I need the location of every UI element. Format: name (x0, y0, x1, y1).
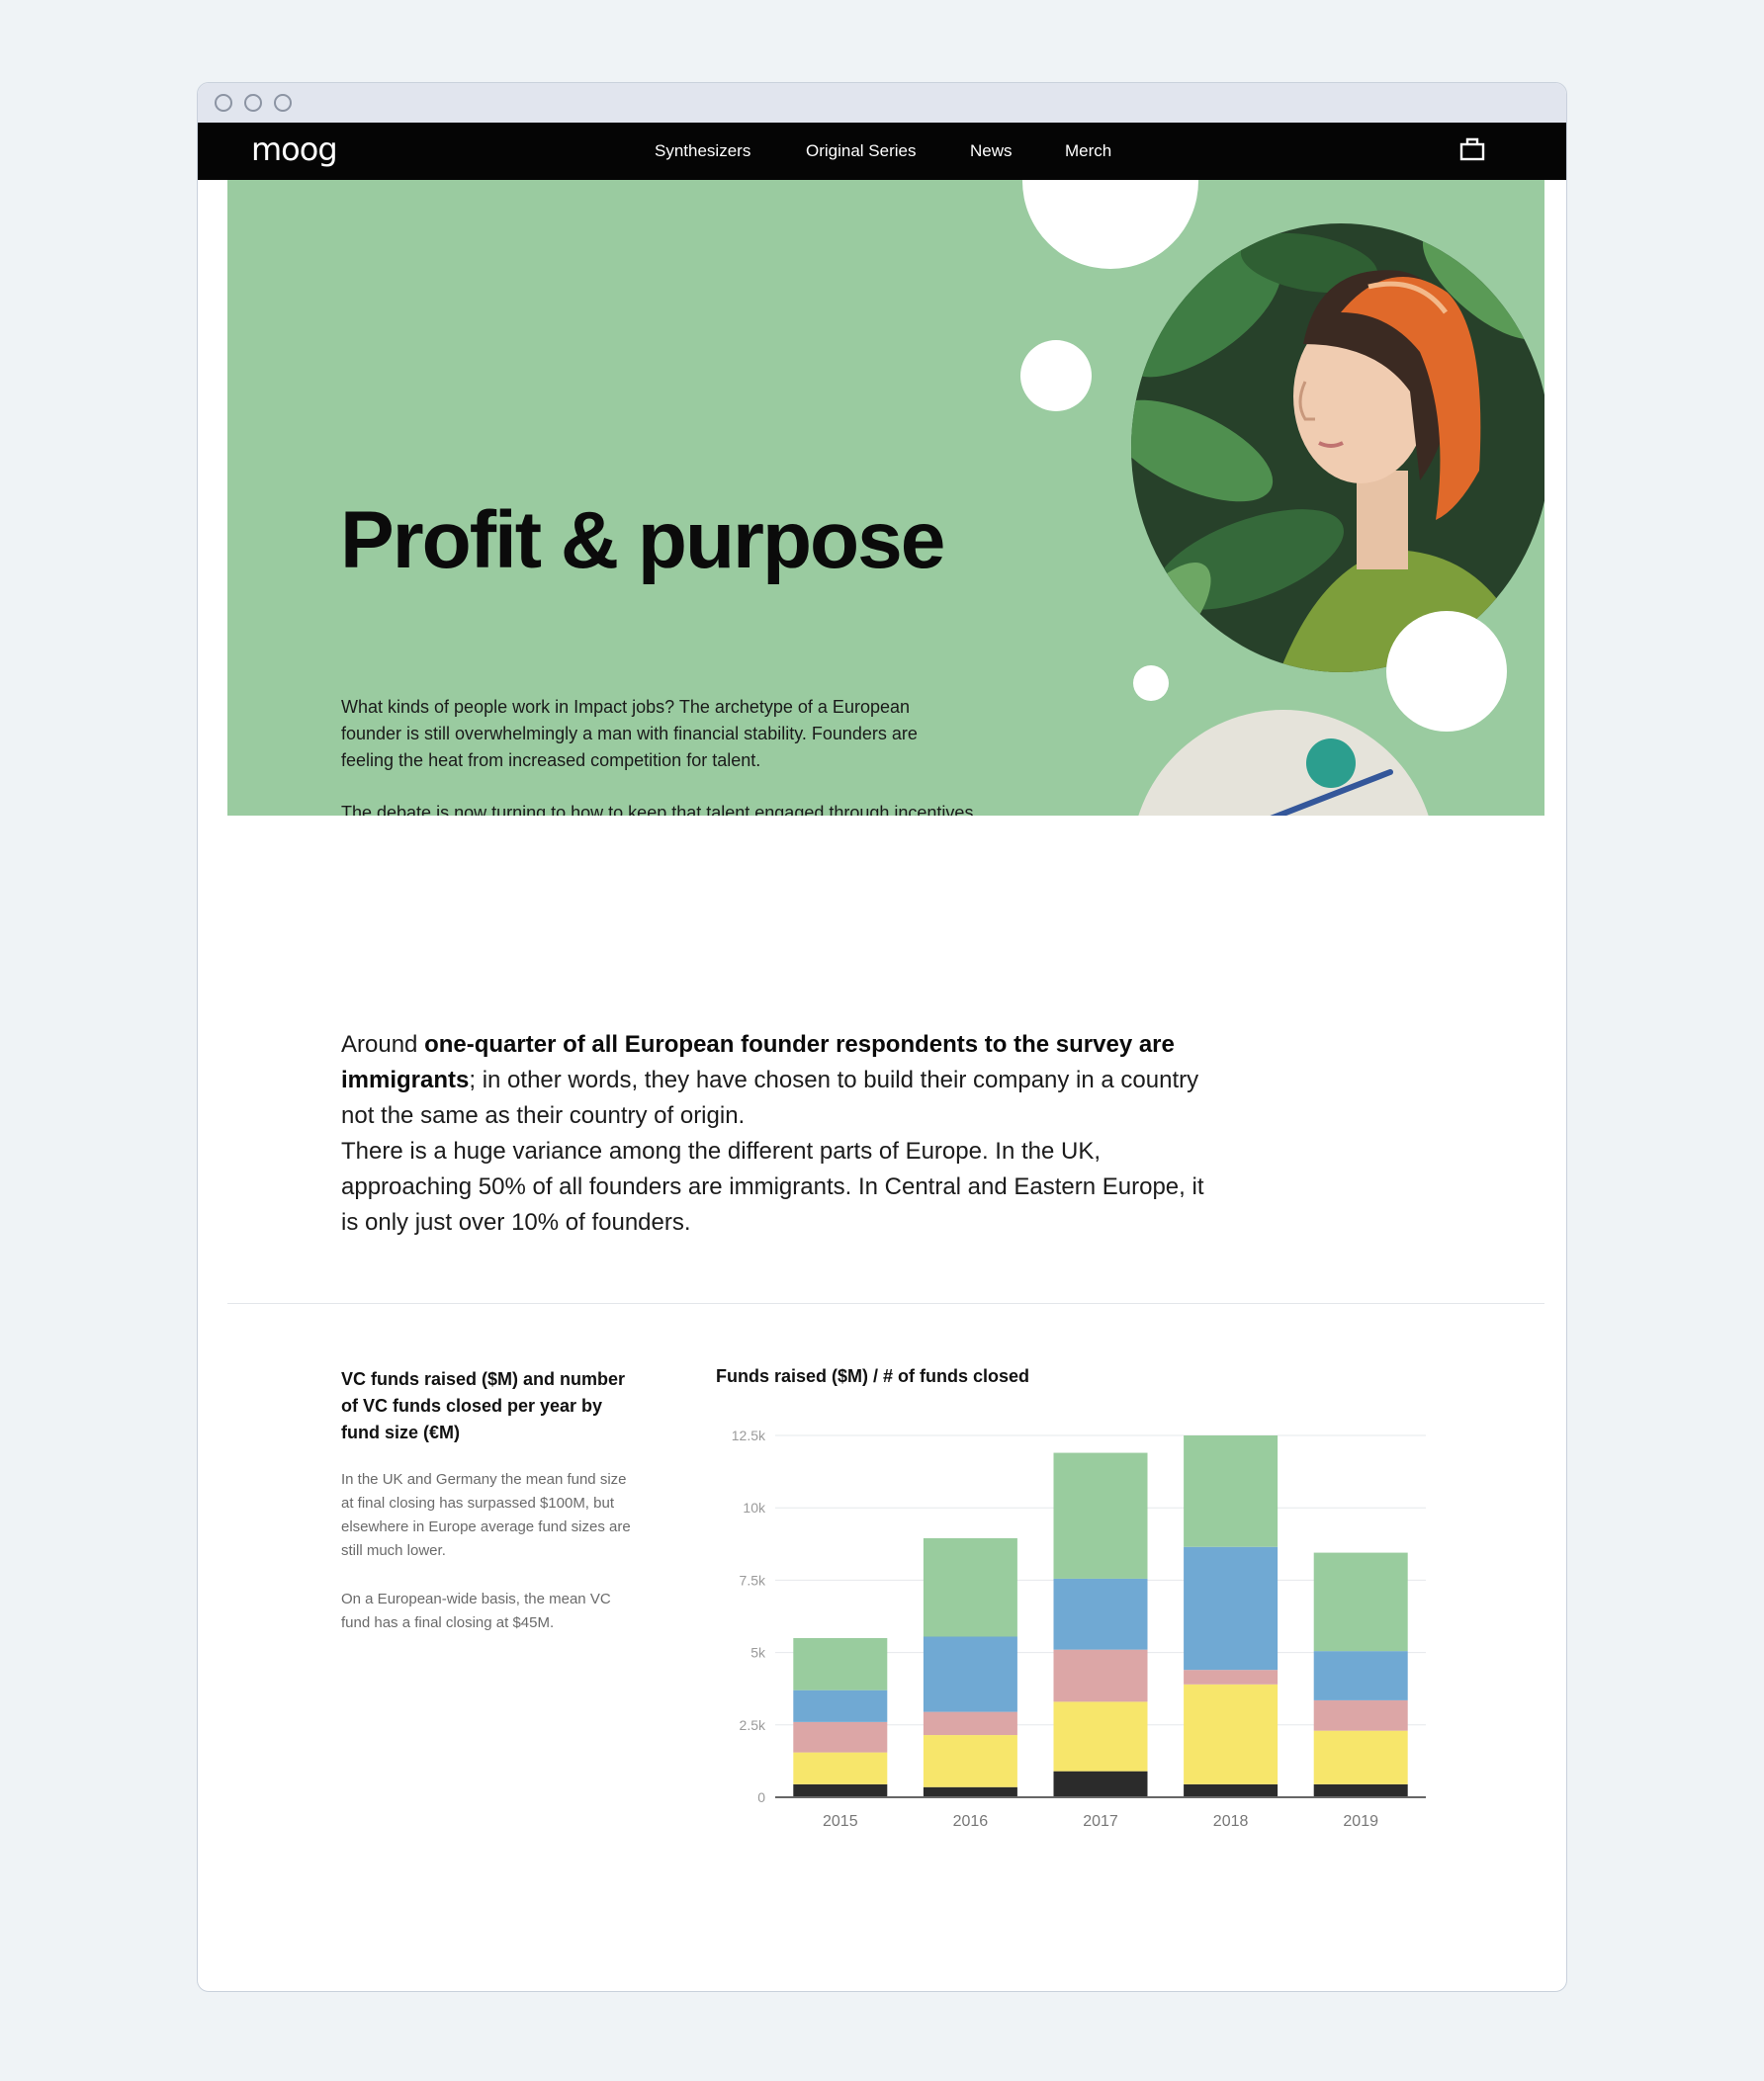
window-maximize-button[interactable] (274, 94, 292, 112)
bar-segment (1053, 1452, 1148, 1579)
decorative-bubble (1020, 340, 1092, 411)
x-tick-label: 2018 (1213, 1813, 1249, 1830)
portrait-photo (1131, 223, 1544, 672)
bar-segment (1313, 1552, 1408, 1652)
section-divider (227, 1303, 1544, 1304)
y-tick-label: 12.5k (732, 1428, 766, 1443)
x-tick-label: 2016 (953, 1813, 989, 1830)
stacked-bar-chart: 0 2.5k 5k 7.5k 10k 12.5k 2015 2016 2017 2018 2019 (732, 1428, 1426, 1830)
bar-segment (793, 1690, 888, 1722)
bar-segment (1184, 1546, 1279, 1671)
decorative-bubble (1133, 665, 1169, 701)
nav-link-synthesizers[interactable]: Synthesizers (655, 141, 750, 161)
balance-illustration (1131, 710, 1438, 816)
y-tick-label: 5k (750, 1645, 766, 1661)
x-tick-label: 2015 (823, 1813, 858, 1830)
browser-titlebar (198, 83, 1566, 123)
nav-link-news[interactable]: News (970, 141, 1013, 161)
bar-segment (1184, 1684, 1279, 1784)
y-tick-label: 10k (743, 1500, 766, 1516)
bar-segment (923, 1735, 1017, 1787)
lead-text: Around (341, 1031, 425, 1058)
bar-segment (793, 1637, 888, 1691)
window-close-button[interactable] (215, 94, 232, 112)
bar-segment (923, 1636, 1017, 1712)
browser-window: moog Synthesizers Original Series News M… (197, 82, 1567, 1992)
bar-segment (793, 1752, 888, 1784)
bar-segment (1053, 1578, 1148, 1650)
lead-text: There is a huge variance among the diffe… (341, 1138, 1204, 1236)
bar-segment (923, 1786, 1017, 1797)
bar-segment (1184, 1783, 1279, 1797)
bar-segment (1184, 1670, 1279, 1685)
y-tick-label: 2.5k (740, 1717, 766, 1733)
bar-segment (1053, 1701, 1148, 1772)
sidebar-paragraph: In the UK and Germany the mean fund size… (341, 1471, 631, 1559)
bar-segment (1053, 1649, 1148, 1702)
sidebar-paragraph: On a European-wide basis, the mean VC fu… (341, 1591, 611, 1631)
y-tick-label: 0 (757, 1789, 765, 1805)
site-logo[interactable]: moog (251, 130, 338, 168)
top-navigation: moog Synthesizers Original Series News M… (198, 123, 1566, 180)
hero-paragraph: What kinds of people work in Impact jobs… (341, 697, 918, 770)
x-tick-label: 2019 (1343, 1813, 1378, 1830)
lead-paragraph: Around one-quarter of all European found… (341, 1027, 1211, 1241)
nav-link-merch[interactable]: Merch (1065, 141, 1111, 161)
bar-segment (1313, 1783, 1408, 1797)
bar-segment (1184, 1435, 1279, 1547)
hero-section: Profit & purpose What kinds of people wo… (227, 180, 1544, 816)
bar-segment (1313, 1730, 1408, 1784)
sidebar-title: VC funds raised ($M) and number of VC fu… (341, 1369, 626, 1442)
bar-segment (1053, 1771, 1148, 1797)
window-minimize-button[interactable] (244, 94, 262, 112)
bar-segment (923, 1537, 1017, 1637)
y-tick-label: 7.5k (740, 1572, 766, 1588)
lead-text: ; in other words, they have chosen to bu… (341, 1067, 1199, 1129)
chart-title: Funds raised ($M) / # of funds closed (716, 1366, 1030, 1386)
shopping-bag-icon[interactable] (1459, 136, 1485, 167)
hero-paragraph: The debate is now turning to how to keep… (341, 803, 974, 816)
x-tick-label: 2017 (1083, 1813, 1118, 1830)
bar-segment (1313, 1651, 1408, 1700)
bar-segment (1313, 1699, 1408, 1731)
bar-segment (793, 1783, 888, 1797)
bar-segment (793, 1721, 888, 1753)
nav-link-original-series[interactable]: Original Series (806, 141, 917, 161)
bar-segment (923, 1711, 1017, 1736)
decorative-bubble (1022, 180, 1198, 269)
hero-title: Profit & purpose (340, 495, 945, 585)
